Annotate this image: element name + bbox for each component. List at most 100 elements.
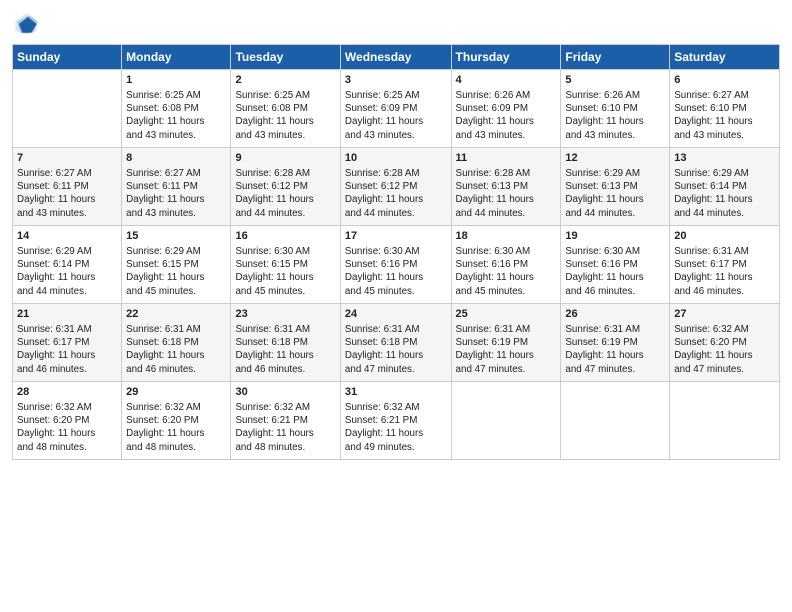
day-number: 29: [126, 385, 226, 400]
cell-info-line: and 46 minutes.: [235, 363, 335, 376]
cell-info-line: Sunrise: 6:29 AM: [674, 167, 775, 180]
cell-info-line: Sunset: 6:18 PM: [126, 336, 226, 349]
cell-info-line: Sunset: 6:18 PM: [235, 336, 335, 349]
cell-info-line: Daylight: 11 hours: [345, 115, 447, 128]
day-number: 19: [565, 229, 665, 244]
cell-info-line: Sunrise: 6:31 AM: [456, 323, 557, 336]
cell-info-line: Sunrise: 6:30 AM: [456, 245, 557, 258]
logo-icon: [12, 10, 40, 38]
cell-info-line: Daylight: 11 hours: [126, 349, 226, 362]
cell-info-line: Sunrise: 6:29 AM: [565, 167, 665, 180]
cell-info-line: Sunrise: 6:32 AM: [235, 401, 335, 414]
cell-info-line: Sunrise: 6:25 AM: [235, 89, 335, 102]
cell-info-line: and 44 minutes.: [456, 207, 557, 220]
cell-info-line: Daylight: 11 hours: [17, 193, 117, 206]
logo: [12, 10, 44, 38]
cell-info-line: Daylight: 11 hours: [17, 349, 117, 362]
calendar-cell: 30Sunrise: 6:32 AMSunset: 6:21 PMDayligh…: [231, 382, 340, 460]
day-number: 12: [565, 151, 665, 166]
calendar-cell: 1Sunrise: 6:25 AMSunset: 6:08 PMDaylight…: [122, 70, 231, 148]
cell-info-line: and 44 minutes.: [565, 207, 665, 220]
cell-info-line: Sunset: 6:15 PM: [126, 258, 226, 271]
cell-info-line: Sunrise: 6:29 AM: [126, 245, 226, 258]
cell-info-line: Sunset: 6:20 PM: [126, 414, 226, 427]
cell-info-line: and 48 minutes.: [235, 441, 335, 454]
cell-info-line: Sunrise: 6:27 AM: [674, 89, 775, 102]
cell-info-line: Sunset: 6:16 PM: [565, 258, 665, 271]
calendar-cell: 6Sunrise: 6:27 AMSunset: 6:10 PMDaylight…: [670, 70, 780, 148]
cell-info-line: Daylight: 11 hours: [345, 349, 447, 362]
cell-info-line: and 45 minutes.: [126, 285, 226, 298]
cell-info-line: and 46 minutes.: [17, 363, 117, 376]
cell-info-line: Sunrise: 6:32 AM: [345, 401, 447, 414]
cell-info-line: Sunrise: 6:30 AM: [235, 245, 335, 258]
day-number: 1: [126, 73, 226, 88]
cell-info-line: and 47 minutes.: [345, 363, 447, 376]
day-number: 28: [17, 385, 117, 400]
calendar-cell: 23Sunrise: 6:31 AMSunset: 6:18 PMDayligh…: [231, 304, 340, 382]
day-number: 9: [235, 151, 335, 166]
calendar-cell: 16Sunrise: 6:30 AMSunset: 6:15 PMDayligh…: [231, 226, 340, 304]
cell-info-line: Sunrise: 6:31 AM: [674, 245, 775, 258]
calendar-cell: 10Sunrise: 6:28 AMSunset: 6:12 PMDayligh…: [340, 148, 451, 226]
header-cell-saturday: Saturday: [670, 45, 780, 70]
calendar-cell: 13Sunrise: 6:29 AMSunset: 6:14 PMDayligh…: [670, 148, 780, 226]
cell-info-line: Daylight: 11 hours: [235, 193, 335, 206]
calendar-week-row: 14Sunrise: 6:29 AMSunset: 6:14 PMDayligh…: [13, 226, 780, 304]
cell-info-line: and 47 minutes.: [565, 363, 665, 376]
cell-info-line: Sunset: 6:16 PM: [345, 258, 447, 271]
calendar-cell: 3Sunrise: 6:25 AMSunset: 6:09 PMDaylight…: [340, 70, 451, 148]
calendar-body: 1Sunrise: 6:25 AMSunset: 6:08 PMDaylight…: [13, 70, 780, 460]
cell-info-line: Sunrise: 6:30 AM: [565, 245, 665, 258]
day-number: 10: [345, 151, 447, 166]
cell-info-line: Sunrise: 6:32 AM: [674, 323, 775, 336]
cell-info-line: Sunrise: 6:27 AM: [17, 167, 117, 180]
cell-info-line: and 45 minutes.: [456, 285, 557, 298]
cell-info-line: Daylight: 11 hours: [345, 193, 447, 206]
cell-info-line: Daylight: 11 hours: [126, 427, 226, 440]
cell-info-line: Daylight: 11 hours: [345, 271, 447, 284]
cell-info-line: Sunrise: 6:25 AM: [126, 89, 226, 102]
cell-info-line: Sunrise: 6:28 AM: [345, 167, 447, 180]
cell-info-line: Sunset: 6:09 PM: [456, 102, 557, 115]
calendar-table: SundayMondayTuesdayWednesdayThursdayFrid…: [12, 44, 780, 460]
cell-info-line: Sunset: 6:20 PM: [674, 336, 775, 349]
day-number: 24: [345, 307, 447, 322]
cell-info-line: Daylight: 11 hours: [126, 271, 226, 284]
cell-info-line: Sunset: 6:10 PM: [674, 102, 775, 115]
day-number: 14: [17, 229, 117, 244]
calendar-cell: 22Sunrise: 6:31 AMSunset: 6:18 PMDayligh…: [122, 304, 231, 382]
cell-info-line: Sunset: 6:13 PM: [456, 180, 557, 193]
cell-info-line: Sunrise: 6:28 AM: [235, 167, 335, 180]
calendar-cell: 19Sunrise: 6:30 AMSunset: 6:16 PMDayligh…: [561, 226, 670, 304]
day-number: 16: [235, 229, 335, 244]
cell-info-line: Sunrise: 6:31 AM: [235, 323, 335, 336]
calendar-cell: 20Sunrise: 6:31 AMSunset: 6:17 PMDayligh…: [670, 226, 780, 304]
day-number: 31: [345, 385, 447, 400]
cell-info-line: and 47 minutes.: [456, 363, 557, 376]
cell-info-line: and 43 minutes.: [345, 129, 447, 142]
cell-info-line: Sunrise: 6:31 AM: [17, 323, 117, 336]
cell-info-line: Sunrise: 6:31 AM: [126, 323, 226, 336]
cell-info-line: Sunrise: 6:32 AM: [126, 401, 226, 414]
cell-info-line: Daylight: 11 hours: [17, 271, 117, 284]
calendar-cell: 18Sunrise: 6:30 AMSunset: 6:16 PMDayligh…: [451, 226, 561, 304]
day-number: 13: [674, 151, 775, 166]
cell-info-line: Sunset: 6:12 PM: [235, 180, 335, 193]
calendar-week-row: 7Sunrise: 6:27 AMSunset: 6:11 PMDaylight…: [13, 148, 780, 226]
calendar-cell: 11Sunrise: 6:28 AMSunset: 6:13 PMDayligh…: [451, 148, 561, 226]
cell-info-line: Sunset: 6:18 PM: [345, 336, 447, 349]
day-number: 26: [565, 307, 665, 322]
cell-info-line: and 44 minutes.: [674, 207, 775, 220]
calendar-cell: [13, 70, 122, 148]
cell-info-line: Daylight: 11 hours: [345, 427, 447, 440]
cell-info-line: Sunset: 6:08 PM: [126, 102, 226, 115]
day-number: 23: [235, 307, 335, 322]
cell-info-line: Sunset: 6:15 PM: [235, 258, 335, 271]
calendar-cell: 25Sunrise: 6:31 AMSunset: 6:19 PMDayligh…: [451, 304, 561, 382]
cell-info-line: Daylight: 11 hours: [565, 193, 665, 206]
cell-info-line: Sunset: 6:19 PM: [565, 336, 665, 349]
header-cell-wednesday: Wednesday: [340, 45, 451, 70]
cell-info-line: Sunrise: 6:29 AM: [17, 245, 117, 258]
header-cell-friday: Friday: [561, 45, 670, 70]
